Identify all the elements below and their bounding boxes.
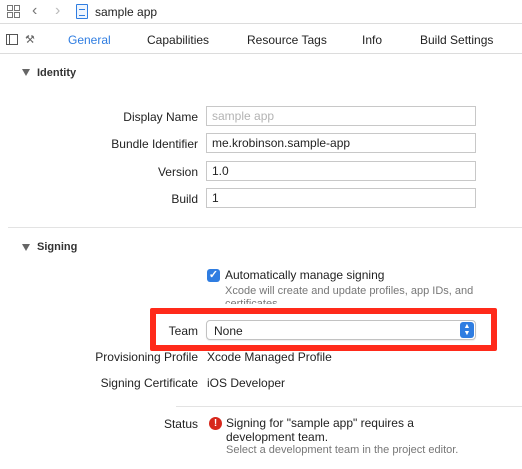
- section-title-signing: Signing: [37, 241, 78, 253]
- provisioning-profile-value: Xcode Managed Profile: [207, 350, 332, 364]
- provisioning-profile-label: Provisioning Profile: [95, 350, 198, 364]
- signing-certificate-value: iOS Developer: [207, 376, 286, 390]
- auto-manage-signing-checkbox[interactable]: ✓: [207, 269, 220, 282]
- display-name-field[interactable]: [206, 106, 476, 126]
- signing-certificate-label: Signing Certificate: [100, 376, 198, 390]
- tab-info[interactable]: Info: [362, 33, 382, 47]
- tab-general[interactable]: General: [68, 33, 111, 47]
- chevron-right-icon[interactable]: ›: [55, 2, 60, 20]
- auto-manage-signing-label[interactable]: Automatically manage signing: [225, 268, 384, 282]
- build-label: Build: [171, 192, 198, 206]
- breadcrumb[interactable]: sample app: [95, 5, 157, 19]
- project-file-icon: [76, 4, 88, 19]
- build-field[interactable]: [206, 188, 476, 208]
- tab-bar: ⚒ General Capabilities Resource Tags Inf…: [0, 25, 522, 54]
- version-label: Version: [157, 165, 198, 179]
- chevron-left-icon[interactable]: ‹: [32, 2, 37, 20]
- top-bar: ‹ › sample app: [0, 0, 522, 24]
- highlight-box: [150, 308, 497, 351]
- bundle-identifier-field[interactable]: [206, 133, 476, 153]
- error-icon: !: [209, 417, 222, 430]
- status-message: Signing for "sample app" requires a: [226, 416, 414, 430]
- bundle-identifier-label: Bundle Identifier: [111, 137, 198, 151]
- status-hint: Select a development team in the project…: [226, 444, 459, 456]
- target-icon[interactable]: ⚒: [25, 33, 35, 46]
- status-label: Status: [163, 417, 198, 431]
- auto-manage-hint-line2: certificates.: [225, 298, 281, 304]
- tab-build-settings[interactable]: Build Settings: [420, 33, 493, 47]
- tab-resource-tags[interactable]: Resource Tags: [247, 33, 327, 47]
- version-field[interactable]: [206, 161, 476, 181]
- auto-manage-hint: Xcode will create and update profiles, a…: [225, 285, 474, 297]
- disclosure-triangle-icon[interactable]: [22, 69, 30, 76]
- sidebar-toggle-icon[interactable]: [6, 34, 18, 45]
- disclosure-triangle-icon[interactable]: [22, 244, 30, 251]
- tab-capabilities[interactable]: Capabilities: [147, 33, 209, 47]
- section-title-identity: Identity: [37, 67, 77, 79]
- status-message-line2: development team.: [226, 430, 329, 444]
- checkmark-icon: ✓: [208, 269, 219, 281]
- grid-icon[interactable]: [7, 5, 20, 18]
- display-name-label: Display Name: [123, 110, 198, 124]
- status-divider: [176, 406, 522, 407]
- section-divider: [8, 227, 522, 228]
